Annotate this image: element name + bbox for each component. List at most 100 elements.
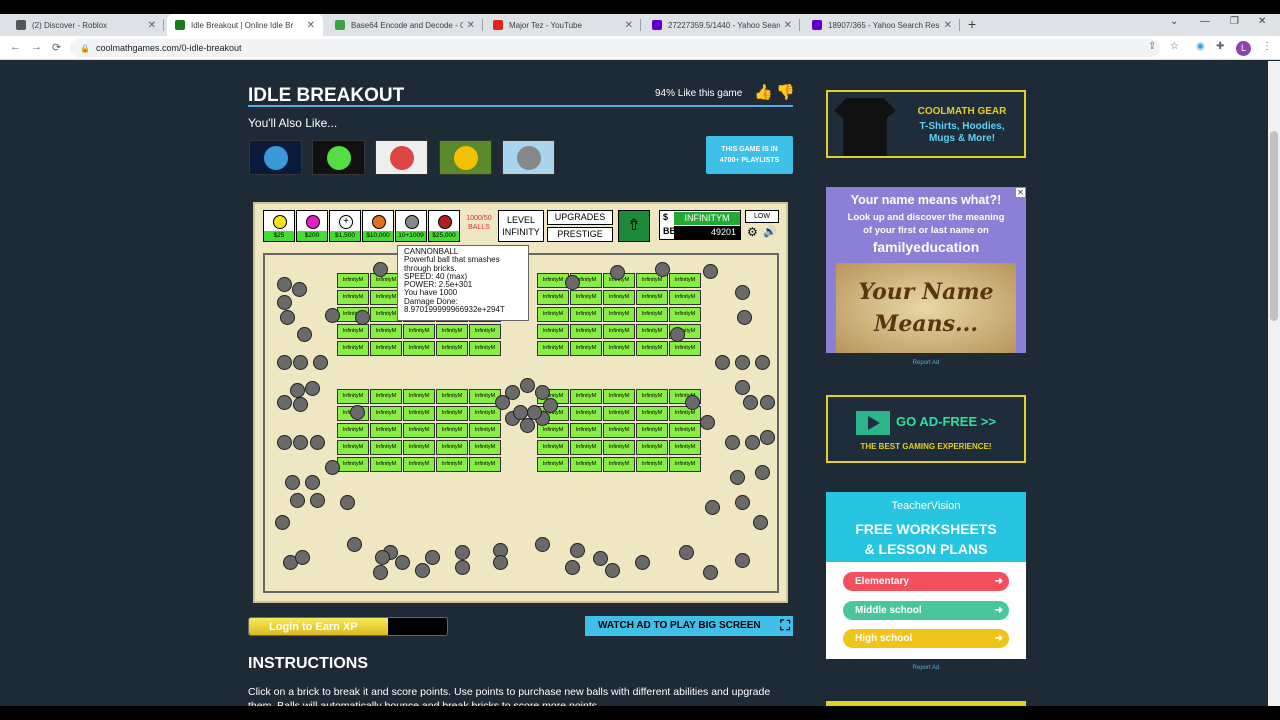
brick[interactable]: InfinityM xyxy=(603,457,635,472)
buy-ball-button[interactable]: + $1,500 xyxy=(329,210,361,242)
browser-tab[interactable]: Idle Breakout | Online Idle Br ✕ xyxy=(167,14,323,36)
brick[interactable]: InfinityM xyxy=(669,290,701,305)
brick[interactable]: InfinityM xyxy=(337,389,369,404)
clicker-heroes-thumbnail[interactable] xyxy=(439,140,492,175)
tab-close-icon[interactable]: ✕ xyxy=(625,20,633,31)
browser-tab[interactable]: Base64 Encode and Decode - Or ✕ xyxy=(327,14,483,36)
browser-tab[interactable]: 27227359.5/1440 - Yahoo Search ✕ xyxy=(644,14,800,36)
brick[interactable]: InfinityM xyxy=(403,324,435,339)
buy-ball-button[interactable]: $10,000 xyxy=(362,210,394,242)
share-icon[interactable]: ⇪ xyxy=(1148,41,1156,52)
brick[interactable]: InfinityM xyxy=(570,307,602,322)
tab-close-icon[interactable]: ✕ xyxy=(148,20,156,31)
profile-avatar[interactable]: L xyxy=(1236,41,1251,56)
restore-icon[interactable]: ❐ xyxy=(1230,16,1239,27)
brick[interactable]: InfinityM xyxy=(469,341,501,356)
brick[interactable]: InfinityM xyxy=(436,341,468,356)
puzzle-icon[interactable]: ✚ xyxy=(1216,41,1224,52)
settings-gear-icon[interactable]: ⚙ xyxy=(747,225,758,239)
report-ad-link[interactable]: Report Ad xyxy=(826,360,1026,366)
cannon-game-thumbnail[interactable] xyxy=(502,140,555,175)
green-slime-game-thumbnail[interactable] xyxy=(312,140,365,175)
brick[interactable]: InfinityM xyxy=(669,457,701,472)
reload-icon[interactable]: ⟳ xyxy=(52,41,61,54)
brick[interactable]: InfinityM xyxy=(337,324,369,339)
brick[interactable]: InfinityM xyxy=(337,341,369,356)
back-icon[interactable]: ← xyxy=(10,41,21,53)
high-school-button[interactable]: High school ➜ xyxy=(843,629,1009,648)
brick[interactable]: InfinityM xyxy=(570,341,602,356)
brick[interactable]: InfinityM xyxy=(469,440,501,455)
browser-tab[interactable]: 18907/365 - Yahoo Search Result ✕ xyxy=(804,14,960,36)
brick[interactable]: InfinityM xyxy=(603,341,635,356)
brick[interactable]: InfinityM xyxy=(403,341,435,356)
brick[interactable]: InfinityM xyxy=(669,273,701,288)
brick[interactable]: InfinityM xyxy=(636,290,668,305)
level-button[interactable]: LEVEL INFINITY xyxy=(498,210,544,242)
tab-close-icon[interactable]: ✕ xyxy=(307,20,315,31)
url-input[interactable]: 🔒 coolmathgames.com/0-idle-breakout xyxy=(70,39,1160,57)
brick[interactable]: InfinityM xyxy=(603,307,635,322)
thumbs-down-icon[interactable]: 👎 xyxy=(776,83,795,101)
brick[interactable]: InfinityM xyxy=(403,423,435,438)
prestige-button[interactable]: PRESTIGE xyxy=(547,227,613,242)
brick[interactable]: InfinityM xyxy=(570,457,602,472)
extension-icon[interactable]: ◉ xyxy=(1196,41,1205,52)
brick[interactable]: InfinityM xyxy=(403,440,435,455)
brick[interactable]: InfinityM xyxy=(436,389,468,404)
brick[interactable]: InfinityM xyxy=(436,324,468,339)
brick[interactable]: InfinityM xyxy=(636,324,668,339)
brick[interactable]: InfinityM xyxy=(370,406,402,421)
brick[interactable]: InfinityM xyxy=(537,440,569,455)
big-screen-button[interactable]: WATCH AD TO PLAY BIG SCREEN ⛶ xyxy=(585,616,793,636)
brick[interactable]: InfinityM xyxy=(636,440,668,455)
elementary-button[interactable]: Elementary ➜ xyxy=(843,572,1009,591)
brick[interactable]: InfinityM xyxy=(537,341,569,356)
new-tab-button[interactable]: + xyxy=(968,16,976,32)
coolmath-gear-ad[interactable]: COOLMATH GEAR T-Shirts, Hoodies, Mugs & … xyxy=(826,90,1026,158)
close-window-icon[interactable]: ✕ xyxy=(1258,16,1266,27)
brick[interactable]: InfinityM xyxy=(337,423,369,438)
brick[interactable]: InfinityM xyxy=(669,423,701,438)
brick[interactable]: InfinityM xyxy=(370,324,402,339)
brick[interactable]: InfinityM xyxy=(603,389,635,404)
family-education-ad[interactable]: ✕ Your name means what?! Look up and dis… xyxy=(826,187,1026,353)
tab-close-icon[interactable]: ✕ xyxy=(784,20,792,31)
browser-tab[interactable]: Major Tez - YouTube ✕ xyxy=(485,14,641,36)
brick[interactable]: InfinityM xyxy=(469,324,501,339)
forward-icon[interactable]: → xyxy=(31,41,42,53)
middle-school-button[interactable]: Middle school ➜ xyxy=(843,601,1009,620)
quality-low-button[interactable]: LOW xyxy=(745,210,779,223)
buy-ball-button[interactable]: $200 xyxy=(296,210,328,242)
thumbs-up-icon[interactable]: 👍 xyxy=(754,83,773,101)
brick[interactable]: InfinityM xyxy=(403,457,435,472)
brick[interactable]: InfinityM xyxy=(570,440,602,455)
brick[interactable]: InfinityM xyxy=(570,406,602,421)
playlist-badge[interactable]: THIS GAME IS IN 4700+ PLAYLISTS xyxy=(706,136,793,174)
brick[interactable]: InfinityM xyxy=(570,324,602,339)
brick[interactable]: InfinityM xyxy=(469,423,501,438)
report-ad-link[interactable]: Report Ad xyxy=(826,665,1026,671)
idle-breakout-game[interactable]: $25 $200 + $1,500 $10,000 10+1009 $25,000 1000… xyxy=(253,202,788,603)
buy-ball-button[interactable]: $25 xyxy=(263,210,295,242)
dice-game-thumbnail[interactable] xyxy=(375,140,428,175)
brick[interactable]: InfinityM xyxy=(537,324,569,339)
prestige-arrow-icon[interactable]: ⇮ xyxy=(618,210,650,242)
brick[interactable]: InfinityM xyxy=(537,457,569,472)
minimize-icon[interactable]: — xyxy=(1200,16,1210,27)
brick[interactable]: InfinityM xyxy=(436,457,468,472)
brick[interactable]: InfinityM xyxy=(469,457,501,472)
brick[interactable]: InfinityM xyxy=(603,406,635,421)
brick[interactable]: InfinityM xyxy=(636,423,668,438)
sound-icon[interactable]: 🔊 xyxy=(763,225,777,238)
brick[interactable]: InfinityM xyxy=(337,290,369,305)
scrollbar-thumb[interactable] xyxy=(1270,131,1278,321)
brick[interactable]: InfinityM xyxy=(636,457,668,472)
brick[interactable]: InfinityM xyxy=(570,389,602,404)
brick[interactable]: InfinityM xyxy=(403,389,435,404)
brick[interactable]: InfinityM xyxy=(636,341,668,356)
star-icon[interactable]: ☆ xyxy=(1170,41,1179,52)
page-scrollbar[interactable] xyxy=(1268,61,1280,706)
brick[interactable]: InfinityM xyxy=(436,440,468,455)
brick[interactable]: InfinityM xyxy=(370,440,402,455)
